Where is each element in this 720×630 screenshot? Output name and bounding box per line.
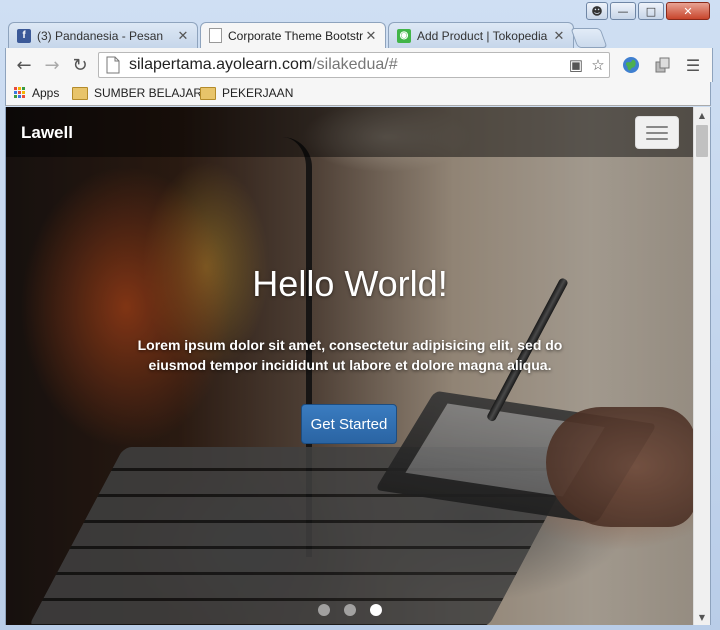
bookmark-label: Apps [32, 86, 60, 100]
forward-button[interactable]: → [40, 54, 64, 76]
menu-icon[interactable]: ☰ [682, 54, 704, 76]
bookmark-star-icon[interactable]: ☆ [587, 54, 609, 76]
hero-title: Hello World! [252, 263, 448, 304]
maximize-button[interactable]: □ [638, 2, 664, 20]
translate-icon[interactable]: ▣ [565, 54, 587, 76]
tab-title: Corporate Theme Bootstr [228, 28, 363, 43]
site-brand[interactable]: Lawell [21, 123, 73, 143]
tab-close-icon[interactable]: ✕ [551, 28, 567, 44]
bookmark-folder-pekerjaan[interactable]: PEKERJAAN [200, 86, 293, 100]
carousel-indicator[interactable] [318, 604, 330, 616]
tokopedia-icon: ◉ [397, 28, 411, 43]
tab-tokopedia[interactable]: ◉ Add Product | Tokopedia ✕ [388, 22, 574, 48]
tab-pandanesia[interactable]: f (3) Pandanesia - Pesan ✕ [8, 22, 198, 48]
get-started-button[interactable]: Get Started [301, 404, 397, 444]
new-tab-button[interactable] [570, 28, 608, 48]
hamburger-icon [646, 125, 668, 128]
scroll-down-icon[interactable]: ▼ [694, 609, 710, 625]
browser-window: ☻ — □ ✕ f (3) Pandanesia - Pesan ✕ Corpo… [0, 0, 720, 630]
url-path: /silakedua/# [312, 56, 398, 73]
page-icon [106, 56, 120, 74]
extension-icon[interactable] [652, 54, 674, 76]
scrollbar-thumb[interactable] [696, 125, 708, 157]
apps-grid-icon [14, 87, 26, 99]
bookmark-apps[interactable]: Apps [14, 86, 59, 100]
hero-section: Lawell Hello World! Lorem ipsum dolor si… [6, 107, 696, 625]
carousel-indicator-active[interactable] [370, 604, 382, 616]
tab-title: (3) Pandanesia - Pesan [37, 28, 164, 43]
back-arrow-icon: ← [16, 54, 32, 76]
carousel-indicators [6, 604, 694, 616]
reload-icon: ↻ [72, 54, 88, 76]
carousel-indicator[interactable] [344, 604, 356, 616]
tab-close-icon[interactable]: ✕ [363, 28, 379, 44]
tab-strip: f (3) Pandanesia - Pesan ✕ Corporate The… [8, 22, 618, 48]
close-window-button[interactable]: ✕ [666, 2, 710, 20]
vertical-scrollbar[interactable]: ▲ ▼ [693, 107, 710, 625]
bookmark-folder-sumber-belajar[interactable]: SUMBER BELAJAR [72, 86, 202, 100]
url-text: silapertama.ayolearn.com/silakedua/# [129, 56, 565, 74]
user-profile-button[interactable]: ☻ [586, 2, 608, 20]
tab-title: Add Product | Tokopedia [417, 28, 548, 43]
bookmark-label: PEKERJAAN [222, 86, 294, 100]
url-host: silapertama.ayolearn.com [129, 56, 313, 73]
hero-text: Lorem ipsum dolor sit amet, consectetur … [137, 337, 563, 373]
reload-button[interactable]: ↻ [68, 54, 92, 76]
back-button[interactable]: ← [12, 54, 36, 76]
browser-toolbar: ← → ↻ silapertama.ayolearn.com/silakedua… [5, 48, 713, 82]
facebook-icon: f [17, 28, 31, 43]
scroll-up-icon[interactable]: ▲ [694, 107, 710, 123]
address-bar[interactable]: silapertama.ayolearn.com/silakedua/# ▣ ☆ [98, 52, 610, 78]
page-viewport: Lawell Hello World! Lorem ipsum dolor si… [5, 107, 711, 625]
folder-icon [200, 86, 216, 100]
minimize-button[interactable]: — [610, 2, 636, 20]
tab-close-icon[interactable]: ✕ [175, 28, 191, 44]
bookmark-label: SUMBER BELAJAR [94, 86, 203, 100]
page-icon [209, 28, 222, 43]
forward-arrow-icon: → [44, 54, 60, 76]
navbar-toggle-button[interactable] [635, 116, 679, 149]
site-navbar: Lawell [6, 107, 694, 157]
tab-corporate-theme[interactable]: Corporate Theme Bootstr ✕ [200, 22, 386, 48]
folder-icon [72, 86, 88, 100]
window-controls: ☻ — □ ✕ [586, 2, 710, 20]
globe-extension-icon[interactable] [620, 54, 642, 76]
bookmarks-bar: Apps SUMBER BELAJAR PEKERJAAN [5, 82, 711, 106]
